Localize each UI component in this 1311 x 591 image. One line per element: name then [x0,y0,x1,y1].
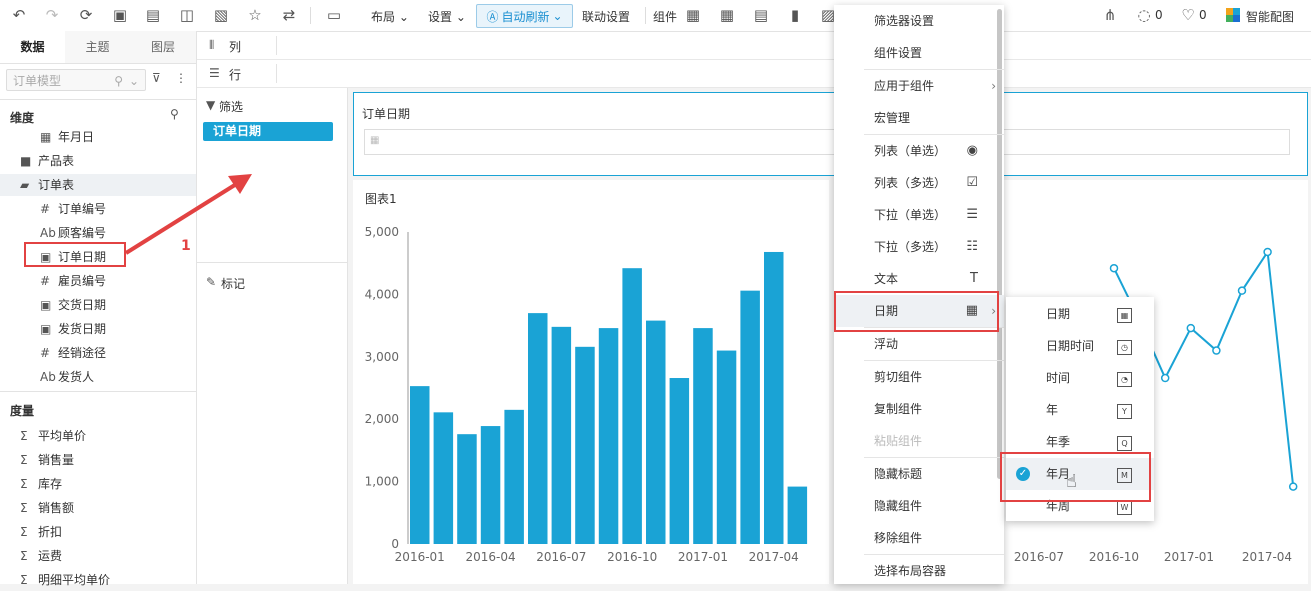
submenu-item[interactable]: 日期 ▦ [1006,298,1154,330]
submenu-item-icon: ▦ [1117,298,1132,330]
menu-item-icon: ◉ [966,143,978,158]
menu-item[interactable]: 剪切组件 [834,361,1004,393]
submenu-item-icon: ◷ [1117,330,1132,362]
menu-item[interactable]: 复制组件 [834,393,1004,425]
cursor-hand-icon: ☝ [1066,471,1077,492]
menu-item[interactable]: 隐藏标题 [834,458,1004,490]
submenu-item-icon: ◔ [1117,362,1132,394]
menu-item[interactable]: 选择布局容器 [834,555,1004,587]
menu-item[interactable]: 列表（单选） ◉ [834,135,1004,167]
submenu-item[interactable]: 时间 ◔ [1006,362,1154,394]
menu-item[interactable]: 下拉（单选） ☰ [834,199,1004,231]
menu-item-icon: ☑ [966,175,978,190]
menu-item-icon: ☰ [966,207,978,222]
submenu-item-icon: Y [1117,394,1132,426]
submenu-item[interactable]: 年Y [1006,394,1154,426]
menu-item: 粘贴组件 [874,434,923,448]
menu-item[interactable]: 应用于组件 › [834,70,1004,102]
menu-item[interactable]: 列表（多选） ☑ [834,167,1004,199]
menu-item[interactable]: 下拉（多选） ☷ [834,231,1004,263]
menu-item[interactable]: 移除组件 [834,522,1004,554]
menu-item[interactable]: 隐藏组件 [834,490,1004,522]
menu-item[interactable]: 宏管理 [834,102,1004,134]
menu-item[interactable]: 筛选器设置 [834,5,1004,37]
menu-item[interactable]: 浮动 [834,328,1004,360]
submenu-item[interactable]: 日期时间 ◷ [1006,330,1154,362]
menu-item-icon: ☷ [966,239,978,254]
annotation-number: 1 [181,238,191,254]
highlight-box-date-menu [834,291,999,332]
chevron-right-icon: › [991,79,996,93]
menu-item[interactable]: 组件设置 [834,37,1004,69]
